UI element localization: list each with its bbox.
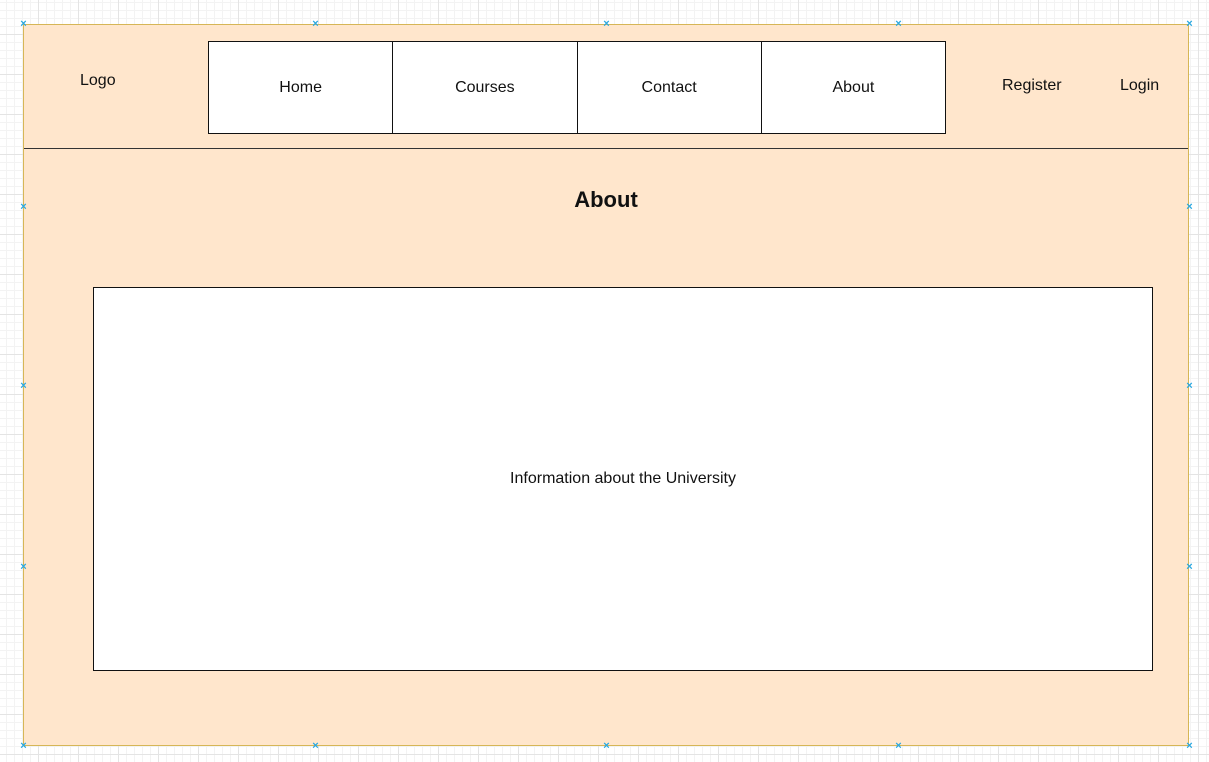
- selection-handle-icon[interactable]: ×: [1185, 19, 1194, 30]
- page-frame[interactable]: Logo Home Courses Contact About Register…: [23, 24, 1189, 746]
- nav-item-contact[interactable]: Contact: [576, 41, 762, 134]
- content-box: Information about the University: [93, 287, 1153, 671]
- selection-handle-icon[interactable]: ×: [1185, 202, 1194, 213]
- selection-handle-icon[interactable]: ×: [1185, 381, 1194, 392]
- selection-handle-icon[interactable]: ×: [894, 741, 903, 752]
- selection-handle-icon[interactable]: ×: [602, 19, 611, 30]
- page-title: About: [574, 187, 638, 212]
- nav-bar: Home Courses Contact About: [208, 41, 946, 134]
- content-text: Information about the University: [510, 470, 736, 487]
- selection-handle-icon[interactable]: ×: [19, 202, 28, 213]
- nav-item-courses[interactable]: Courses: [392, 41, 578, 134]
- selection-handle-icon[interactable]: ×: [894, 19, 903, 30]
- selection-handle-icon[interactable]: ×: [19, 19, 28, 30]
- login-link[interactable]: Login: [1120, 77, 1159, 95]
- header-divider: [24, 148, 1188, 149]
- register-link[interactable]: Register: [1002, 77, 1062, 95]
- selection-handle-icon[interactable]: ×: [311, 19, 320, 30]
- selection-handle-icon[interactable]: ×: [311, 741, 320, 752]
- selection-handle-icon[interactable]: ×: [19, 381, 28, 392]
- selection-handle-icon[interactable]: ×: [19, 741, 28, 752]
- selection-handle-icon[interactable]: ×: [602, 741, 611, 752]
- nav-item-home[interactable]: Home: [208, 41, 394, 134]
- logo: Logo: [80, 72, 116, 89]
- nav-item-about[interactable]: About: [760, 41, 946, 134]
- selection-handle-icon[interactable]: ×: [1185, 562, 1194, 573]
- selection-handle-icon[interactable]: ×: [1185, 741, 1194, 752]
- selection-handle-icon[interactable]: ×: [19, 562, 28, 573]
